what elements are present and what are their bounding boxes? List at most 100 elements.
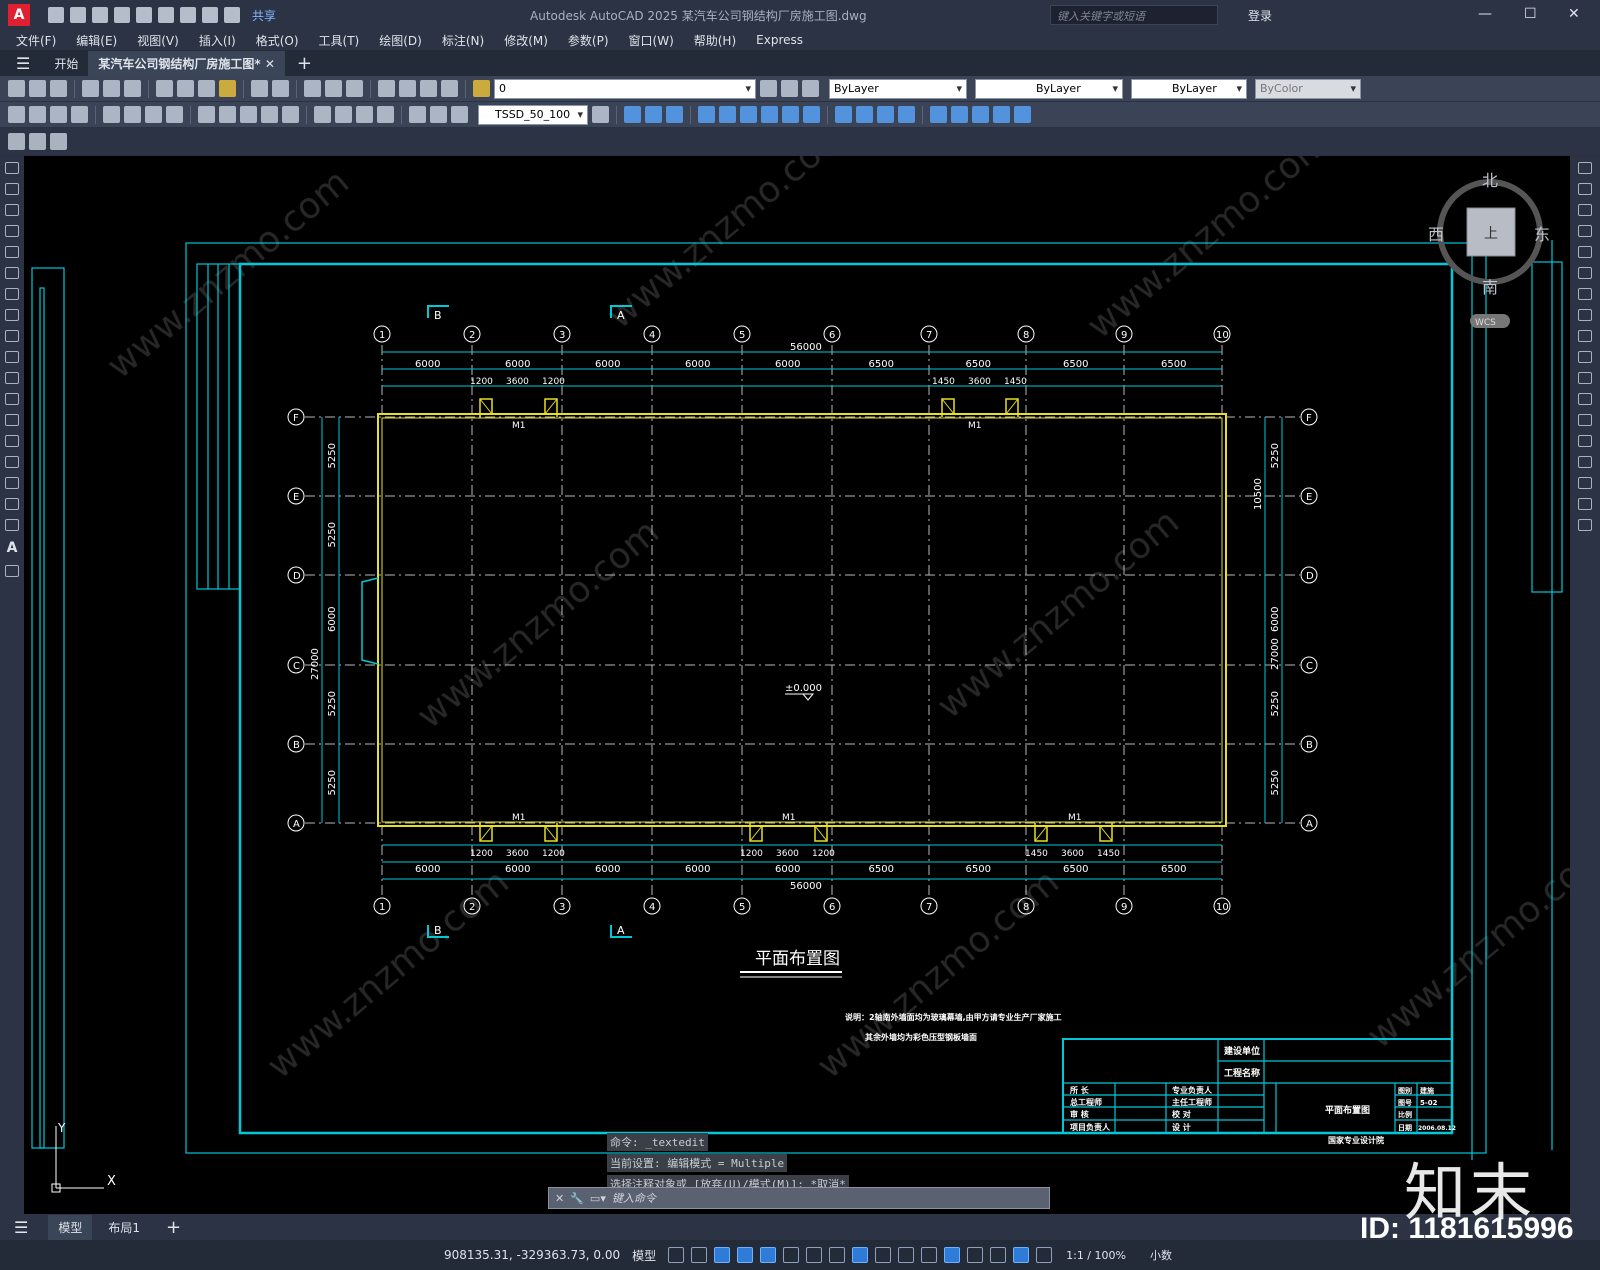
menu-format[interactable]: 格式(O) — [256, 32, 299, 49]
center-mark-icon[interactable] — [335, 106, 352, 123]
hatch-icon[interactable] — [5, 456, 19, 468]
dim-angular-icon[interactable] — [166, 106, 183, 123]
auto-scale-icon[interactable] — [1036, 1247, 1053, 1263]
view-se-icon[interactable] — [782, 106, 799, 123]
rectangle-icon[interactable] — [5, 246, 19, 258]
tool-a-icon[interactable] — [8, 133, 25, 150]
insert-block-icon[interactable] — [5, 393, 19, 405]
menu-view[interactable]: 视图(V) — [137, 32, 179, 49]
table-icon[interactable] — [5, 519, 19, 531]
menu-help[interactable]: 帮助(H) — [694, 32, 736, 49]
view-bottom-icon[interactable] — [645, 106, 662, 123]
matchprop-icon[interactable] — [219, 80, 236, 97]
tool-b-icon[interactable] — [29, 133, 46, 150]
undo-icon[interactable] — [251, 80, 268, 97]
paste-icon[interactable] — [198, 80, 215, 97]
dimedit-icon[interactable] — [409, 106, 426, 123]
layout-menu-icon[interactable]: ☰ — [14, 1218, 28, 1237]
conceptual-icon[interactable] — [898, 106, 915, 123]
dim-break-icon[interactable] — [282, 106, 299, 123]
add-layout-button[interactable]: + — [156, 1213, 191, 1242]
linetype-select[interactable]: ByLayer ▾ — [975, 78, 1123, 99]
app-logo[interactable]: A — [8, 4, 30, 26]
line-icon[interactable] — [5, 162, 19, 174]
dim-ordinate-icon[interactable] — [71, 106, 88, 123]
dimstyle-icon[interactable] — [592, 106, 609, 123]
dim-update-icon[interactable] — [451, 106, 468, 123]
ellipse-icon[interactable] — [5, 351, 19, 363]
gradient-icon[interactable] — [5, 477, 19, 489]
move-icon[interactable] — [1578, 267, 1592, 279]
view-ne-icon[interactable] — [803, 106, 820, 123]
close-command-icon[interactable]: ✕ — [555, 1192, 564, 1205]
viewcube-top[interactable]: 上 — [1484, 226, 1498, 242]
undo-icon[interactable] — [202, 7, 218, 23]
calc-icon[interactable] — [420, 80, 437, 97]
new-icon[interactable] — [48, 7, 64, 23]
preview-icon[interactable] — [103, 80, 120, 97]
annotation-visibility-icon[interactable] — [1013, 1247, 1030, 1263]
tab-start[interactable]: 开始 — [44, 51, 88, 76]
circle-icon[interactable] — [5, 288, 19, 300]
open-icon[interactable] — [29, 80, 46, 97]
ucs-icon[interactable] — [930, 106, 947, 123]
publish-icon[interactable] — [136, 7, 152, 23]
inspect-icon[interactable] — [356, 106, 373, 123]
copy-icon[interactable] — [177, 80, 194, 97]
xline-icon[interactable] — [5, 183, 19, 195]
menu-window[interactable]: 窗口(W) — [629, 32, 674, 49]
polygon-icon[interactable] — [5, 225, 19, 237]
region-icon[interactable] — [5, 498, 19, 510]
save-icon[interactable] — [92, 7, 108, 23]
layer-prev-icon[interactable] — [781, 80, 798, 97]
dim-radius-icon[interactable] — [103, 106, 120, 123]
plot-icon[interactable] — [158, 7, 174, 23]
drawing-svg[interactable]: www.znzmo.com www.znzmo.com www.znzmo.co… — [24, 156, 1570, 1214]
infer-constraints-icon[interactable] — [714, 1247, 731, 1263]
layer-on-icon[interactable] — [473, 80, 490, 97]
mirror-icon[interactable] — [1578, 204, 1592, 216]
dim-baseline-icon[interactable] — [219, 106, 236, 123]
dim-linear-icon[interactable] — [8, 106, 25, 123]
wcs-menu[interactable]: WCS — [1475, 318, 1496, 328]
point-icon[interactable] — [5, 435, 19, 447]
designcenter-icon[interactable] — [399, 80, 416, 97]
pan-icon[interactable] — [304, 80, 321, 97]
publish-icon[interactable] — [124, 80, 141, 97]
transparency-icon[interactable] — [898, 1247, 915, 1263]
view-top-icon[interactable] — [624, 106, 641, 123]
lineweight-icon[interactable] — [875, 1247, 892, 1263]
dim-jogged-icon[interactable] — [124, 106, 141, 123]
tool-c-icon[interactable] — [50, 133, 67, 150]
coordinate-readout[interactable]: 908135.31, -329363.73, 0.00 — [444, 1248, 620, 1262]
selection-cycling-icon[interactable] — [921, 1247, 938, 1263]
zoom-icon[interactable] — [325, 80, 342, 97]
print-icon[interactable] — [180, 7, 196, 23]
save-icon[interactable] — [50, 80, 67, 97]
menu-express[interactable]: Express — [756, 33, 803, 47]
menu-draw[interactable]: 绘图(D) — [379, 32, 422, 49]
object-snap-icon[interactable] — [852, 1247, 869, 1263]
viewcube-north[interactable]: 北 — [1482, 171, 1498, 190]
polyline-icon[interactable] — [5, 204, 19, 216]
layer-match-icon[interactable] — [760, 80, 777, 97]
zoom-window-icon[interactable] — [346, 80, 363, 97]
drawing-canvas[interactable]: www.znzmo.com www.znzmo.com www.znzmo.co… — [24, 156, 1570, 1214]
menu-modify[interactable]: 修改(M) — [504, 32, 548, 49]
login-button[interactable]: 登录 — [1248, 7, 1272, 24]
viewcube-east[interactable]: 东 — [1534, 225, 1550, 244]
properties-icon[interactable] — [378, 80, 395, 97]
offset-icon[interactable] — [1578, 225, 1592, 237]
viewcube-west[interactable]: 西 — [1428, 225, 1444, 244]
maximize-button[interactable]: ☐ — [1524, 6, 1537, 22]
ellipse-arc-icon[interactable] — [5, 372, 19, 384]
help-icon[interactable] — [441, 80, 458, 97]
saveas-icon[interactable] — [114, 7, 130, 23]
view-sw-icon[interactable] — [761, 106, 778, 123]
dim-continue-icon[interactable] — [240, 106, 257, 123]
visual-style-icon[interactable] — [835, 106, 852, 123]
revcloud-icon[interactable] — [5, 309, 19, 321]
erase-icon[interactable] — [1578, 162, 1592, 174]
units-display[interactable]: 小数 — [1150, 1247, 1172, 1263]
ucs-object-icon[interactable] — [1014, 106, 1031, 123]
